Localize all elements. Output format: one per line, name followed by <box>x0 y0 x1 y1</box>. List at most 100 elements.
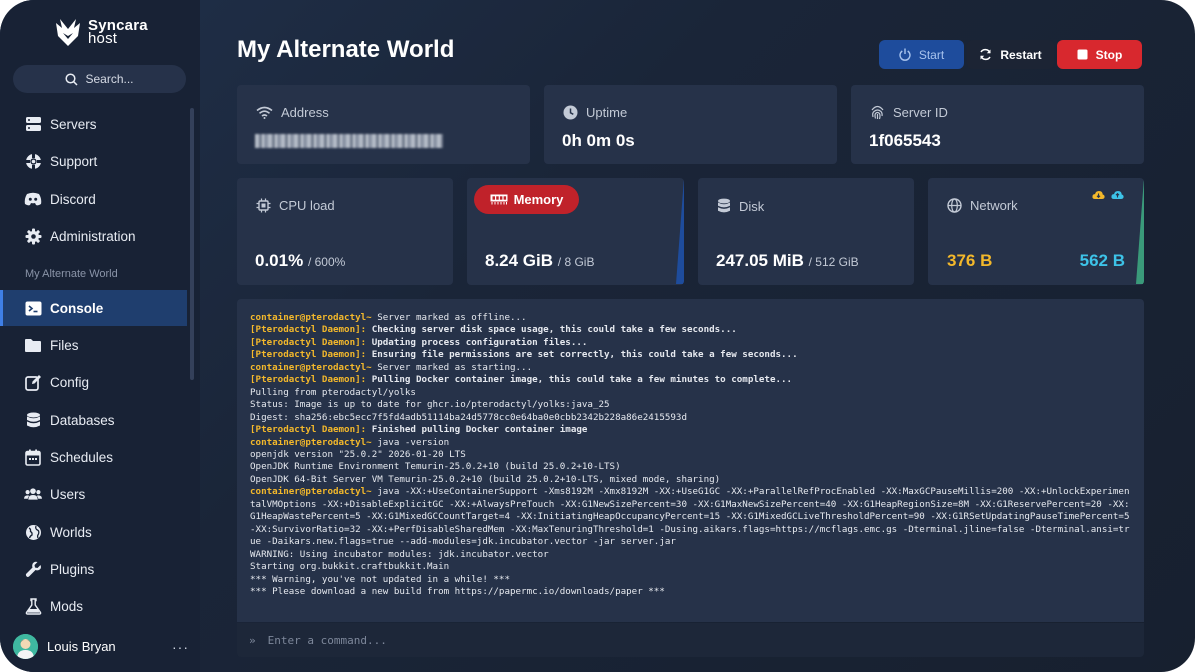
nav-administration[interactable]: Administration <box>0 218 187 254</box>
flask-icon <box>24 597 42 615</box>
nav-label: Files <box>50 337 79 353</box>
avatar <box>13 634 38 659</box>
nav-support[interactable]: Support <box>0 143 187 179</box>
console-line-prefix: [Pterodactyl Daemon]: <box>250 336 367 348</box>
server-id-label: Server ID <box>870 105 948 120</box>
wrench-icon <box>24 560 42 578</box>
start-label: Start <box>918 47 945 62</box>
nav-databases[interactable]: Databases <box>0 402 187 438</box>
user-profile[interactable]: Louis Bryan ··· <box>13 634 189 659</box>
console-line-text: Digest: sha256:ebc5ecc7f5fd4adb51114ba24… <box>250 411 687 423</box>
command-input[interactable] <box>267 633 868 647</box>
cpu-limit: / 600% <box>307 255 346 269</box>
nav-schedules[interactable]: Schedules <box>0 439 187 475</box>
console-line: container@pterodactyl~ java -version <box>250 437 1132 449</box>
console-line-text: *** Warning, you've not updated in a whi… <box>250 573 510 585</box>
nav-label: Servers <box>50 116 97 132</box>
fingerprint-icon <box>871 105 884 120</box>
console-line-prefix: container@pterodactyl~ <box>250 436 372 448</box>
uptime-value: 0h 0m 0s <box>562 131 635 150</box>
console-line-text: Updating process configuration files... <box>366 336 588 348</box>
console-output[interactable]: container@pterodactyl~ Server marked as … <box>237 299 1144 622</box>
console-line-text: openjdk version "25.0.2" 2026-01-20 LTS <box>250 448 466 460</box>
user-menu-button[interactable]: ··· <box>172 639 189 655</box>
console-line-text: Pulling Docker container image, this cou… <box>366 374 793 386</box>
stop-label: Stop <box>1095 47 1123 62</box>
memory-graph <box>676 178 684 284</box>
cpu-icon <box>256 198 271 213</box>
console-line-text: Server marked as starting... <box>371 361 533 373</box>
support-icon <box>24 152 42 170</box>
address-value-redacted[interactable] <box>255 133 443 153</box>
nav-plugins[interactable]: Plugins <box>0 551 187 587</box>
nav-label: Administration <box>50 228 136 244</box>
console-line-text: Pulling from pterodactyl/yolks <box>250 386 416 398</box>
database-icon <box>718 198 730 213</box>
sidebar-scrollbar[interactable] <box>190 108 194 380</box>
nav-label: Plugins <box>50 561 95 577</box>
nav-servers[interactable]: Servers <box>0 106 187 142</box>
console-line-text: Checking server disk space usage, this c… <box>366 324 737 336</box>
console-line-text: OpenJDK 64-Bit Server VM Temurin-25.0.2+… <box>250 473 721 485</box>
console-line-prefix: container@pterodactyl~ <box>250 361 372 373</box>
nav-console[interactable]: Console <box>0 290 187 326</box>
nav-label: Worlds <box>50 524 92 540</box>
nav-label: Support <box>50 153 98 169</box>
logo-icon <box>56 19 80 46</box>
sidebar: Syncara host Search... Servers Support D… <box>0 0 200 672</box>
console-line-text: Status: Image is up to date for ghcr.io/… <box>250 399 610 411</box>
servers-icon <box>24 115 42 133</box>
restart-icon <box>980 48 992 61</box>
nav-files[interactable]: Files <box>0 327 187 363</box>
folder-icon <box>24 336 42 354</box>
console-line-prefix: [Pterodactyl Daemon]: <box>250 374 367 386</box>
command-bar: » <box>237 623 1144 657</box>
memory-limit: / 8 GiB <box>557 255 595 269</box>
brand-logo[interactable]: Syncara host <box>54 17 148 47</box>
console-line-prefix: container@pterodactyl~ <box>250 486 372 498</box>
disk-limit: / 512 GiB <box>808 255 859 269</box>
console-line: container@pterodactyl~ java -XX:+UseCont… <box>250 486 1132 548</box>
address-card: Address <box>237 85 530 164</box>
start-button[interactable]: Start <box>879 40 964 69</box>
globe-icon <box>24 523 42 541</box>
discord-icon <box>24 190 42 208</box>
server-id-value: 1f065543 <box>869 131 941 150</box>
network-card: Network 376 B 562 B <box>928 178 1144 285</box>
server-section-label: My Alternate World <box>25 268 118 280</box>
nav-users[interactable]: Users <box>0 476 187 512</box>
network-graph <box>1136 178 1144 284</box>
power-icon <box>899 48 911 61</box>
console-line: [Pterodactyl Daemon]: Updating process c… <box>250 337 1132 349</box>
console-line: *** Warning, you've not updated in a whi… <box>250 574 1132 586</box>
nav-mods[interactable]: Mods <box>0 588 187 624</box>
console-line: [Pterodactyl Daemon]: Checking server di… <box>250 324 1132 336</box>
nav-worlds[interactable]: Worlds <box>0 514 187 550</box>
console-line-text: *** Please download a new build from htt… <box>250 585 665 597</box>
edit-icon <box>24 373 42 391</box>
globe-icon <box>947 198 962 213</box>
search-button[interactable]: Search... <box>13 65 186 93</box>
wifi-icon <box>256 106 273 119</box>
disk-label: Disk <box>717 198 764 214</box>
cpu-label: CPU load <box>256 198 335 213</box>
uptime-label: Uptime <box>563 105 627 120</box>
nav-discord[interactable]: Discord <box>0 181 187 217</box>
stop-button[interactable]: Stop <box>1057 40 1142 69</box>
nav-label: Schedules <box>50 449 114 465</box>
nav-label: Config <box>50 374 90 390</box>
console-line: openjdk version "25.0.2" 2026-01-20 LTS <box>250 449 1132 461</box>
console-line-prefix: [Pterodactyl Daemon]: <box>250 424 367 436</box>
console-line-text: WARNING: Using incubator modules: jdk.in… <box>250 548 549 560</box>
gear-icon <box>24 227 42 245</box>
network-label: Network <box>947 198 1018 213</box>
memory-value: 8.24 GiB / 8 GiB <box>485 251 595 270</box>
console-line-text: Finished pulling Docker container image <box>366 424 588 436</box>
nav-config[interactable]: Config <box>0 364 187 400</box>
restart-button[interactable]: Restart <box>967 40 1054 69</box>
database-icon <box>24 411 42 429</box>
console-line: container@pterodactyl~ Server marked as … <box>250 362 1132 374</box>
nav-label: Discord <box>50 191 96 207</box>
cloud-upload-icon <box>1111 191 1124 199</box>
nav-label: Users <box>50 486 86 502</box>
